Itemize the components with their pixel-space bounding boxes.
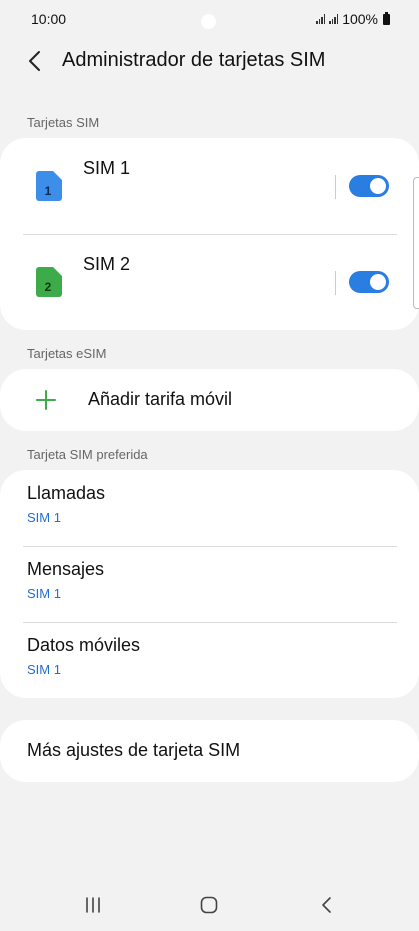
battery-percent: 100% (342, 11, 378, 27)
preferred-item-value: SIM 1 (27, 662, 61, 677)
sim-row-2[interactable]: 2 SIM 2 (0, 234, 419, 330)
divider (335, 175, 336, 199)
preferred-item-value: SIM 1 (27, 586, 61, 601)
preferred-item-value: SIM 1 (27, 510, 61, 525)
sim-1-toggle[interactable] (349, 175, 389, 197)
sim-2-toggle[interactable] (349, 271, 389, 293)
preferred-item-title: Llamadas (27, 483, 106, 503)
preferred-item-title: Mensajes (27, 559, 105, 579)
camera-cutout (201, 14, 216, 29)
app-header: Administrador de tarjetas SIM (0, 40, 419, 82)
sim-cards-card: 1 SIM 1 2 SIM 2 (0, 138, 419, 330)
signal-icon (316, 14, 326, 24)
more-sim-settings-button[interactable]: Más ajustes de tarjeta SIM (0, 720, 419, 782)
home-icon[interactable] (200, 896, 218, 914)
navigation-bar (0, 880, 419, 931)
sim-card-icon: 2 (36, 267, 62, 297)
sim-row-1[interactable]: 1 SIM 1 (0, 138, 419, 234)
preferred-sim-card: Llamadas SIM 1 Mensajes SIM 1 Datos móvi… (0, 470, 419, 698)
section-label-sim-cards: Tarjetas SIM (27, 115, 100, 130)
battery-icon (383, 11, 390, 25)
add-mobile-plan-button[interactable]: Añadir tarifa móvil (0, 369, 419, 431)
nav-back-icon[interactable] (319, 896, 333, 914)
section-label-preferred: Tarjeta SIM preferida (27, 447, 148, 462)
sim-badge: 2 (45, 280, 52, 294)
section-label-esim: Tarjetas eSIM (27, 346, 107, 361)
sim-card-icon: 1 (36, 171, 62, 201)
signal-icon (329, 14, 339, 24)
status-indicators: 100% (316, 11, 390, 27)
more-sim-settings-label: Más ajustes de tarjeta SIM (27, 740, 241, 760)
add-mobile-plan-label: Añadir tarifa móvil (88, 389, 233, 409)
status-bar: 10:00 100% (0, 0, 419, 36)
status-time: 10:00 (31, 11, 67, 27)
preferred-mobile-data-item[interactable]: Datos móviles SIM 1 (0, 622, 419, 698)
scrollbar-handle[interactable] (413, 177, 419, 309)
sim-name: SIM 2 (83, 254, 131, 274)
recent-apps-icon[interactable] (84, 897, 102, 913)
preferred-item-title: Datos móviles (27, 635, 141, 655)
sim-name: SIM 1 (83, 158, 131, 178)
divider (335, 271, 336, 295)
sim-badge: 1 (45, 184, 52, 198)
plus-icon (36, 390, 56, 410)
preferred-calls-item[interactable]: Llamadas SIM 1 (0, 470, 419, 546)
preferred-messages-item[interactable]: Mensajes SIM 1 (0, 546, 419, 622)
page-title: Administrador de tarjetas SIM (62, 49, 326, 71)
back-arrow-icon[interactable] (24, 49, 48, 73)
